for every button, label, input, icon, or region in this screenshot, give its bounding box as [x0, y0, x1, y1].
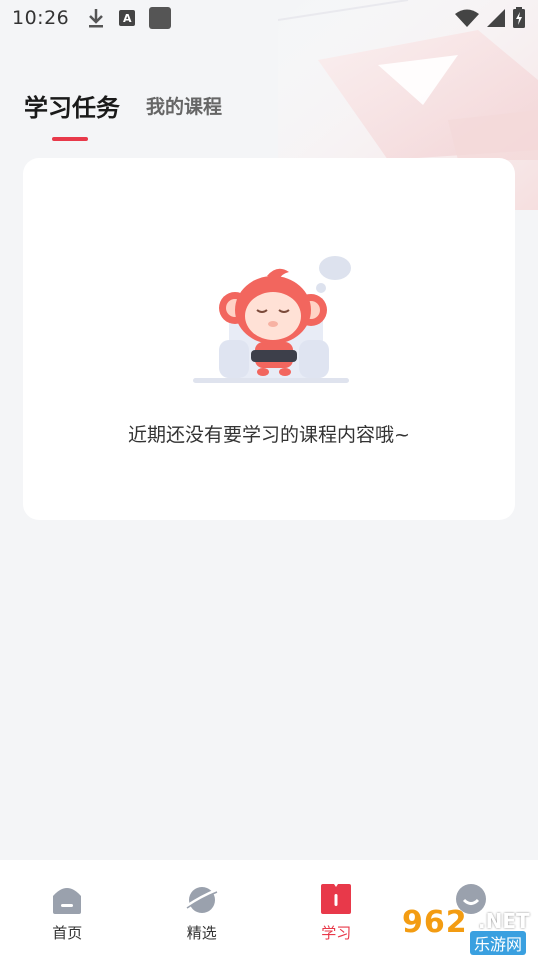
- nav-label-home: 首页: [52, 924, 83, 942]
- tab-bar: 学习任务 我的课程: [0, 80, 538, 150]
- nav-item-study[interactable]: 学习: [269, 860, 404, 958]
- planet-icon: [185, 887, 218, 913]
- tab-my-courses[interactable]: 我的课程: [146, 92, 222, 119]
- status-time: 10:26: [12, 7, 70, 29]
- site-watermark: 962 .NET 乐游网: [402, 905, 532, 955]
- monkey-sleeping-illustration: [193, 256, 351, 383]
- watermark-chinese: 乐游网: [470, 931, 527, 955]
- home-icon: [53, 888, 82, 914]
- nav-label-featured: 精选: [186, 924, 217, 942]
- nav-item-home[interactable]: 首页: [0, 860, 135, 958]
- text-a-icon: A: [119, 10, 136, 26]
- status-left-icons: A: [87, 7, 172, 29]
- status-right-icons: [454, 7, 526, 29]
- battery-icon: [513, 7, 525, 28]
- empty-state-card: 近期还没有要学习的课程内容哦~: [23, 158, 515, 520]
- wifi-icon: [455, 9, 479, 27]
- watermark-number: 962: [402, 905, 468, 940]
- status-bar: 10:26 A: [0, 0, 538, 36]
- signal-icon: [487, 9, 505, 27]
- empty-state-message: 近期还没有要学习的课程内容哦~: [128, 424, 410, 446]
- book-icon: [321, 884, 352, 914]
- active-tab-indicator: [52, 137, 88, 141]
- tab-study-tasks[interactable]: 学习任务: [24, 88, 120, 123]
- nav-label-study: 学习: [321, 924, 352, 942]
- watermark-suffix: .NET: [478, 909, 530, 933]
- nav-item-featured[interactable]: 精选: [135, 860, 270, 958]
- app-square-icon: [149, 7, 172, 29]
- download-icon: [89, 9, 104, 28]
